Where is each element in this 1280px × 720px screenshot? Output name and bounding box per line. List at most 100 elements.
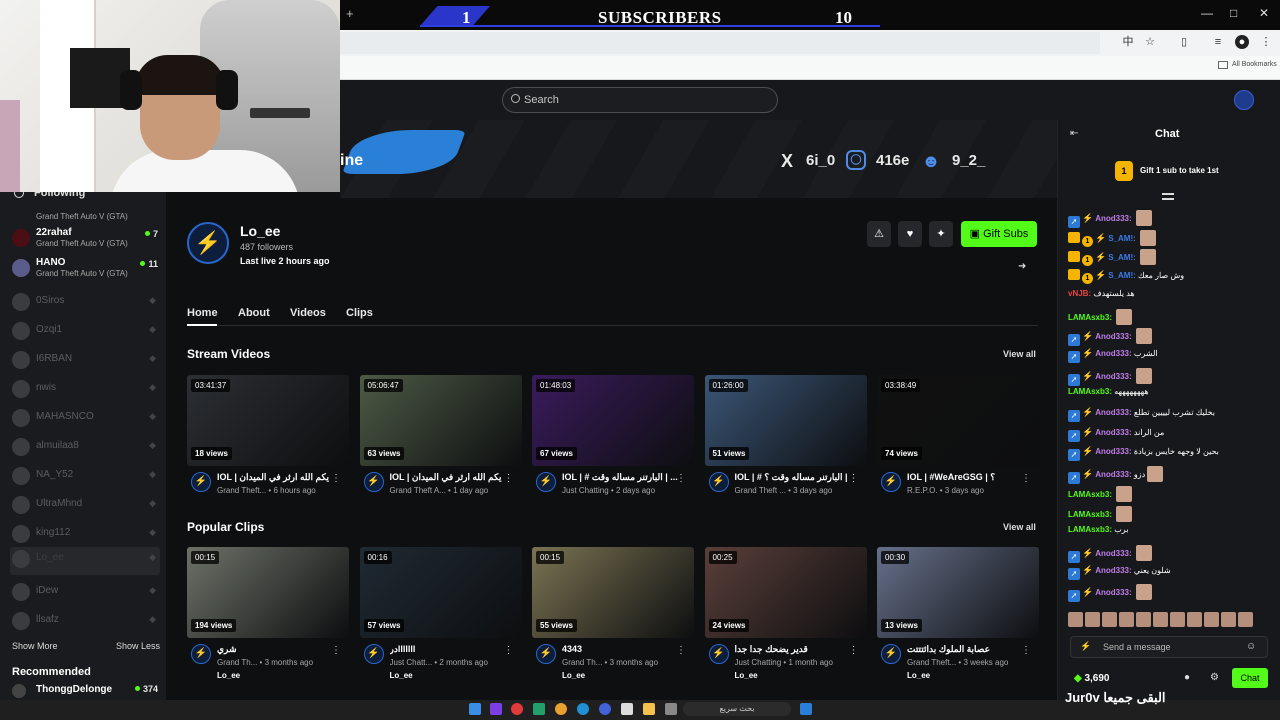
chat-username[interactable]: LAMAsxb3: (1068, 525, 1112, 534)
sidebar-item-offline[interactable]: nwis ◆ (10, 377, 160, 405)
sidebar-item-offline[interactable]: 0Siros ◆ (10, 290, 160, 318)
card-title[interactable]: IOL | # البارتنر مساله وقت ؟ | (735, 472, 853, 483)
app-icon[interactable] (490, 703, 502, 715)
channel-avatar[interactable]: ⚡ (187, 222, 229, 264)
chat-username[interactable]: Anod333: (1095, 566, 1131, 575)
sidebar-item-hano[interactable]: HANO Grand Theft Auto V (GTA) 11 (10, 256, 160, 284)
more-options-icon[interactable]: ⋮ (849, 645, 859, 656)
chat-username[interactable]: Anod333: (1095, 428, 1131, 437)
channel-avatar[interactable]: ⚡ (191, 472, 211, 492)
sidebar-item-offline[interactable]: I6RBAN ◆ (10, 348, 160, 376)
gift-subs-button[interactable]: ▣ Gift Subs (961, 221, 1037, 247)
social-discord-label[interactable]: 9_2_ (952, 152, 985, 169)
url-field[interactable] (340, 32, 1100, 54)
app-icon[interactable] (533, 703, 545, 715)
maximize-icon[interactable]: □ (1230, 6, 1237, 20)
instagram-icon[interactable]: ◯ (846, 150, 866, 170)
emote-strip[interactable] (1068, 612, 1268, 630)
card-author[interactable]: Lo_ee (907, 671, 930, 680)
card-title[interactable]: IOL | يكم الله ارثر في الميدان (390, 472, 508, 483)
sidebar-item-offline[interactable]: almuilaa8 ◆ (10, 435, 160, 463)
channel-avatar[interactable]: ⚡ (708, 472, 729, 492)
chat-username[interactable]: Anod333: (1095, 470, 1131, 479)
chat-username[interactable]: LAMAsxb3: (1068, 490, 1112, 499)
more-options-icon[interactable]: ⋮ (331, 473, 341, 484)
tab-videos[interactable]: Videos (290, 307, 326, 319)
channel-avatar[interactable]: ⚡ (708, 644, 729, 664)
chrome-icon[interactable] (555, 703, 567, 715)
more-options-icon[interactable]: ⋮ (1021, 645, 1031, 656)
card-title[interactable]: IOL | يكم الله ارثر في الميدان (217, 472, 335, 483)
sidebar-item-active[interactable]: Lo_ee ◆ (10, 547, 160, 575)
folder-icon[interactable] (643, 703, 655, 715)
user-avatar[interactable] (1234, 90, 1254, 110)
chat-gift-banner[interactable]: Gift 1 sub to take 1st (1140, 166, 1219, 175)
chat-username[interactable]: Anod333: (1095, 332, 1131, 341)
minimize-icon[interactable]: — (1201, 6, 1213, 20)
edge-icon[interactable] (577, 703, 589, 715)
more-options-icon[interactable]: ⋮ (676, 473, 686, 484)
chat-username[interactable]: vNJB: (1068, 289, 1091, 298)
translate-icon[interactable]: 中 (1121, 35, 1135, 49)
tab-clips[interactable]: Clips (346, 307, 373, 319)
sidebar-item-recommended[interactable]: ThonggDelonge 374 (10, 684, 160, 698)
chat-bubble-icon[interactable]: ● (1184, 672, 1190, 683)
popular-clips-view-all[interactable]: View all (1003, 522, 1036, 532)
collapse-chat-icon[interactable]: ⇤ (1070, 128, 1078, 139)
more-options-icon[interactable]: ⋮ (1021, 473, 1031, 484)
chat-send-button[interactable]: Chat (1232, 668, 1268, 688)
sidebar-item-offline[interactable]: MAHASNCO ◆ (10, 406, 160, 434)
channel-avatar[interactable]: ⚡ (536, 472, 556, 492)
chat-username[interactable]: Anod333: (1095, 549, 1131, 558)
card-title[interactable]: قدير يضحك جدا جدا (735, 644, 853, 655)
card-title[interactable]: IOL | # البارتنر مساله وقت | ... (562, 472, 680, 483)
close-icon[interactable]: ✕ (1259, 6, 1269, 20)
tab-about[interactable]: About (238, 307, 270, 319)
card-title[interactable]: IOL | #WeAreGSG | ؟ (907, 472, 1025, 483)
show-less-button[interactable]: Show Less (116, 641, 160, 651)
tab-home[interactable]: Home (187, 307, 218, 319)
app-icon[interactable] (621, 703, 633, 715)
discord-icon[interactable]: ☻ (920, 150, 942, 172)
app-icon[interactable] (511, 703, 523, 715)
sidebar-item-offline[interactable]: iDew ◆ (10, 580, 160, 608)
chat-username[interactable]: LAMAsxb3: (1068, 313, 1112, 322)
telegram-icon[interactable] (469, 703, 481, 715)
chat-username[interactable]: S_AM!: (1108, 253, 1136, 262)
stream-videos-view-all[interactable]: View all (1003, 349, 1036, 359)
channel-points[interactable]: ◆ 3,690 (1074, 673, 1110, 684)
card-author[interactable]: Lo_ee (562, 671, 585, 680)
sidebar-item-offline[interactable]: Ozqi1 ◆ (10, 319, 160, 347)
follow-button[interactable]: ♥ (898, 221, 922, 247)
sidebar-item-22rahaf[interactable]: 22rahaf Grand Theft Auto V (GTA) 7 (10, 226, 160, 254)
sidebar-item-offline[interactable]: NA_Y52 ◆ (10, 464, 160, 492)
channel-avatar[interactable]: ⚡ (191, 644, 211, 664)
card-title[interactable]: 4343 (562, 644, 680, 654)
chat-username[interactable]: Anod333: (1095, 588, 1131, 597)
show-more-button[interactable]: Show More (12, 641, 58, 651)
chat-username[interactable]: Anod333: (1095, 349, 1131, 358)
channel-avatar[interactable]: ⚡ (881, 472, 901, 492)
taskbar-search[interactable]: بحث سريع (683, 702, 791, 716)
channel-avatar[interactable]: ⚡ (363, 644, 384, 664)
more-options-icon[interactable]: ⋮ (331, 645, 341, 656)
more-options-icon[interactable]: ⋮ (504, 473, 514, 484)
kebab-menu-icon[interactable]: ⋮ (1259, 35, 1273, 49)
more-options-icon[interactable]: ⋮ (849, 473, 859, 484)
chat-username[interactable]: S_AM!: (1108, 271, 1136, 280)
notification-bell-button[interactable]: ⚠ (867, 221, 891, 247)
extensions-icon[interactable]: ▯ (1177, 35, 1191, 49)
card-author[interactable]: Lo_ee (217, 671, 240, 680)
chat-username[interactable]: Anod333: (1095, 214, 1131, 223)
sidebar-item-offline[interactable]: llsafz ◆ (10, 609, 160, 637)
social-instagram-label[interactable]: 416e (876, 152, 909, 169)
menu-list-icon[interactable]: ≡ (1211, 35, 1225, 49)
sparkle-button[interactable]: ✦ (929, 221, 953, 247)
gear-icon[interactable]: ⚙ (1210, 672, 1219, 683)
card-title[interactable]: عصابة الملوك بدائتتتت (907, 644, 1025, 655)
card-title[interactable]: شري (217, 644, 335, 655)
x-icon[interactable]: X (776, 150, 798, 172)
emoji-icon[interactable]: ☺ (1246, 641, 1256, 652)
card-title[interactable]: درlllllll (390, 644, 508, 655)
windows-icon[interactable] (800, 703, 812, 715)
